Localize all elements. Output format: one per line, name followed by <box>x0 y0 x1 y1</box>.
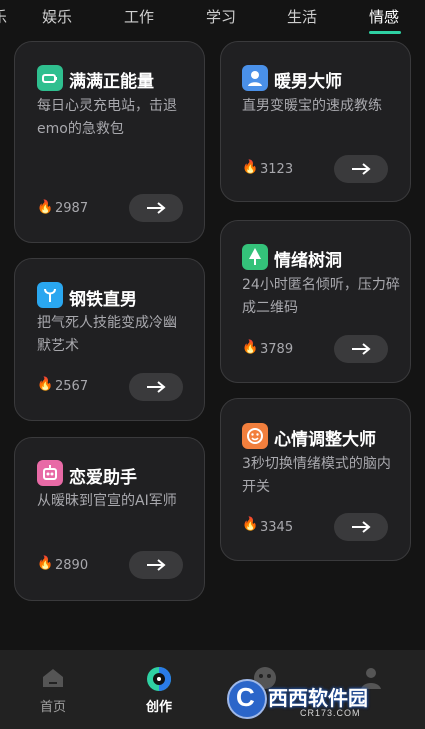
tab-study[interactable]: 学习 <box>206 6 236 27</box>
active-tab-indicator <box>369 31 401 34</box>
nav-label-home: 首页 <box>40 700 67 715</box>
tab-partial[interactable]: 乐 <box>0 6 7 27</box>
enter-button[interactable] <box>129 194 183 222</box>
popularity-count: 2987 <box>55 201 89 216</box>
arrow-right-icon <box>147 202 166 214</box>
nav-label-create: 创作 <box>146 700 173 715</box>
enter-button[interactable] <box>129 551 183 579</box>
enter-button[interactable] <box>334 513 388 541</box>
fork-icon <box>37 282 63 308</box>
card-love-assistant[interactable]: 恋爱助手 从暧昧到官宣的AI军师 🔥 2890 <box>14 437 205 601</box>
card-description: 每日心灵充电站，击退emo的急救包 <box>37 98 177 137</box>
card-description: 3秒切换情绪模式的脑内开关 <box>242 456 391 495</box>
enter-button[interactable] <box>334 155 388 183</box>
arrow-right-icon <box>352 163 371 175</box>
card-title: 钢铁直男 <box>69 290 137 310</box>
card-mood-adjust-master[interactable]: 心情调整大师 3秒切换情绪模式的脑内开关 🔥 3345 <box>220 398 411 561</box>
card-description: 把气死人技能变成冷幽默艺术 <box>37 315 177 354</box>
fire-icon: 🔥 <box>37 377 54 392</box>
fire-icon: 🔥 <box>242 340 259 355</box>
fire-icon: 🔥 <box>242 517 259 532</box>
enter-button[interactable] <box>129 373 183 401</box>
card-positive-energy[interactable]: 满满正能量 每日心灵充电站，击退emo的急救包 🔥 2987 <box>14 41 205 243</box>
create-icon <box>147 667 171 691</box>
watermark-logo: C <box>227 679 267 719</box>
enter-button[interactable] <box>334 335 388 363</box>
fire-icon: 🔥 <box>242 160 259 175</box>
tab-work[interactable]: 工作 <box>124 6 154 27</box>
popularity-count: 3789 <box>260 342 294 357</box>
card-title: 暖男大师 <box>274 72 342 92</box>
person-icon <box>242 65 268 91</box>
popularity-count: 3123 <box>260 162 294 177</box>
arrow-right-icon <box>147 381 166 393</box>
tree-icon <box>242 244 268 270</box>
popularity-count: 3345 <box>260 520 294 535</box>
card-emotion-tree-hole[interactable]: 情绪树洞 24小时匿名倾听，压力碎成二维码 🔥 3789 <box>220 220 411 383</box>
card-title: 心情调整大师 <box>274 430 376 450</box>
home-icon <box>43 669 63 687</box>
category-tab-bar: 乐 娱乐 工作 学习 生活 情感 <box>0 0 425 34</box>
card-title: 满满正能量 <box>69 72 154 92</box>
popularity-count: 2890 <box>55 558 89 573</box>
arrow-right-icon <box>352 521 371 533</box>
card-title: 恋爱助手 <box>69 468 137 488</box>
smile-icon <box>242 423 268 449</box>
watermark-brand: 西西软件园 <box>268 686 368 710</box>
card-warm-guy-master[interactable]: 暖男大师 直男变暖宝的速成教练 🔥 3123 <box>220 41 411 202</box>
popularity-count: 2567 <box>55 379 89 394</box>
card-description: 直男变暖宝的速成教练 <box>242 98 382 114</box>
card-title: 情绪树洞 <box>274 251 342 271</box>
fire-icon: 🔥 <box>37 200 54 215</box>
card-description: 从暧昧到官宣的AI军师 <box>37 493 177 509</box>
tab-emotion[interactable]: 情感 <box>369 6 399 27</box>
watermark-url: CR173.COM <box>300 708 361 718</box>
arrow-right-icon <box>352 343 371 355</box>
card-iron-straight-guy[interactable]: 钢铁直男 把气死人技能变成冷幽默艺术 🔥 2567 <box>14 258 205 421</box>
arrow-right-icon <box>147 559 166 571</box>
card-description: 24小时匿名倾听，压力碎成二维码 <box>242 277 400 316</box>
recharge-icon <box>37 65 63 91</box>
tab-life[interactable]: 生活 <box>287 6 317 27</box>
fire-icon: 🔥 <box>37 556 54 571</box>
tab-entertainment[interactable]: 娱乐 <box>42 6 72 27</box>
love-icon <box>37 460 63 486</box>
